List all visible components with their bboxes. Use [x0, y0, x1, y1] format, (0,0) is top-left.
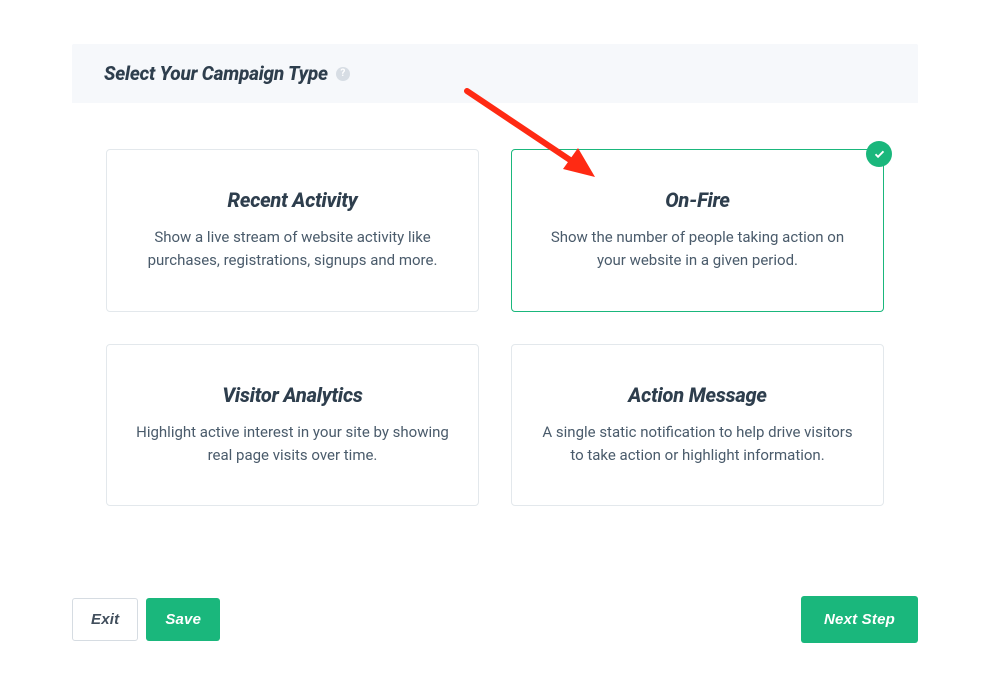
campaign-card-on-fire[interactable]: On-Fire Show the number of people taking… — [511, 149, 884, 312]
exit-button[interactable]: Exit — [72, 598, 138, 641]
card-title: Action Message — [540, 383, 855, 407]
panel-header: Select Your Campaign Type ? — [72, 44, 918, 103]
card-title: Visitor Analytics — [135, 383, 450, 407]
campaign-card-visitor-analytics[interactable]: Visitor Analytics Highlight active inter… — [106, 344, 479, 507]
next-step-button[interactable]: Next Step — [801, 596, 918, 643]
top-strip — [72, 0, 918, 12]
card-desc: Show the number of people taking action … — [540, 226, 855, 273]
footer-bar: Exit Save Next Step — [72, 596, 918, 643]
card-title: Recent Activity — [135, 188, 450, 212]
card-desc: Highlight active interest in your site b… — [135, 421, 450, 468]
checkmark-icon — [866, 141, 892, 167]
help-icon[interactable]: ? — [336, 67, 350, 81]
campaign-type-panel: Select Your Campaign Type ? Recent Activ… — [72, 44, 918, 546]
card-title: On-Fire — [540, 188, 855, 212]
card-desc: Show a live stream of website activity l… — [135, 226, 450, 273]
campaign-card-action-message[interactable]: Action Message A single static notificat… — [511, 344, 884, 507]
campaign-type-cards: Recent Activity Show a live stream of we… — [72, 103, 918, 546]
campaign-card-recent-activity[interactable]: Recent Activity Show a live stream of we… — [106, 149, 479, 312]
panel-title: Select Your Campaign Type — [104, 62, 328, 85]
footer-left-group: Exit Save — [72, 598, 220, 641]
card-desc: A single static notification to help dri… — [540, 421, 855, 468]
save-button[interactable]: Save — [146, 598, 220, 641]
